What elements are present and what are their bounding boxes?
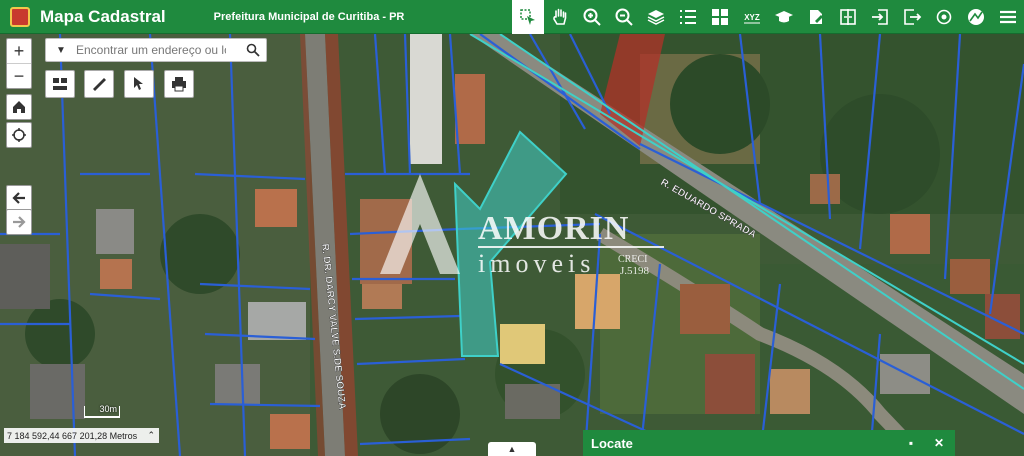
zoom-out-icon bbox=[615, 8, 633, 26]
list-icon bbox=[680, 10, 696, 24]
map-canvas[interactable]: R. DR. DARCY VALVE S.DE SOUZA R. EDUARDO… bbox=[0, 34, 1024, 456]
compare-tool[interactable] bbox=[832, 0, 864, 34]
organization-name: Prefeitura Municipal de Curitiba - PR bbox=[213, 10, 405, 23]
zoom-out-tool[interactable] bbox=[608, 0, 640, 34]
print-widget-button[interactable] bbox=[164, 70, 194, 98]
legend-tool[interactable] bbox=[672, 0, 704, 34]
sign-in-icon bbox=[872, 9, 888, 25]
login-tool[interactable] bbox=[864, 0, 896, 34]
aerial-imagery: R. DR. DARCY VALVE S.DE SOUZA R. EDUARDO… bbox=[0, 34, 1024, 456]
previous-extent-button[interactable] bbox=[6, 185, 32, 211]
watermark-brand: AMORIN bbox=[478, 210, 629, 247]
coordinate-text: 7 184 592,44 667 201,28 Metros bbox=[7, 430, 138, 441]
ruler-icon bbox=[93, 78, 106, 91]
coordinates-tool[interactable]: XYZ bbox=[736, 0, 768, 34]
draw-tool-icon bbox=[134, 77, 143, 90]
city-logo-icon bbox=[10, 6, 30, 27]
search-icon[interactable] bbox=[246, 43, 260, 57]
draw-widget-button[interactable] bbox=[124, 70, 154, 98]
xyz-icon: XYZ bbox=[744, 13, 760, 24]
layers-tool[interactable] bbox=[640, 0, 672, 34]
gps-tool[interactable] bbox=[928, 0, 960, 34]
arrow-left-icon bbox=[12, 192, 25, 204]
toolbar: XYZ bbox=[512, 0, 1024, 34]
education-tool[interactable] bbox=[768, 0, 800, 34]
basemap-tool[interactable] bbox=[704, 0, 736, 34]
search-box: ▼ bbox=[45, 38, 267, 62]
search-source-dropdown[interactable]: ▼ bbox=[46, 45, 76, 56]
coordinate-readout: 7 184 592,44 667 201,28 Metros ⌃ bbox=[4, 428, 159, 443]
measure-widget-button[interactable] bbox=[84, 70, 114, 98]
layout-widget-button[interactable] bbox=[45, 70, 75, 98]
graduation-cap-icon bbox=[775, 11, 793, 23]
svg-text:XYZ: XYZ bbox=[744, 13, 760, 22]
sign-out-icon bbox=[904, 9, 922, 25]
basemap-gallery-tool[interactable] bbox=[960, 0, 992, 34]
menu-tool[interactable] bbox=[992, 0, 1024, 34]
arrow-right-icon bbox=[13, 216, 26, 228]
target-icon bbox=[936, 9, 952, 25]
compare-icon bbox=[840, 9, 856, 25]
edit-tool[interactable] bbox=[800, 0, 832, 34]
hand-icon bbox=[553, 8, 567, 25]
hamburger-menu-icon bbox=[1000, 10, 1016, 24]
attribute-table-toggle[interactable]: ▲ bbox=[488, 442, 536, 456]
search-input[interactable] bbox=[76, 43, 226, 57]
locate-panel-title: Locate bbox=[591, 435, 633, 451]
locate-me-button[interactable] bbox=[6, 122, 32, 148]
zoom-in-icon bbox=[583, 8, 601, 26]
pan-tool[interactable] bbox=[544, 0, 576, 34]
print-icon bbox=[172, 77, 186, 92]
layers-icon bbox=[647, 10, 665, 25]
home-button[interactable] bbox=[6, 94, 32, 120]
chevron-up-small-icon: ▲ bbox=[507, 444, 517, 454]
locate-panel: Locate ▪ ✕ bbox=[583, 430, 955, 456]
chevron-up-icon[interactable]: ⌃ bbox=[147, 430, 155, 441]
edit-icon bbox=[810, 10, 823, 24]
home-icon bbox=[13, 101, 25, 113]
zoom-control: + − bbox=[6, 38, 32, 89]
maximize-icon[interactable]: ▪ bbox=[903, 435, 919, 451]
logout-tool[interactable] bbox=[896, 0, 928, 34]
identify-tool[interactable] bbox=[512, 0, 544, 34]
app-title: Mapa Cadastral bbox=[40, 6, 166, 26]
map-icon bbox=[968, 9, 984, 25]
scale-label: 30m bbox=[99, 404, 117, 414]
scale-bar: 30m bbox=[84, 404, 120, 418]
watermark-creci: CRECI bbox=[618, 254, 647, 265]
grid-icon bbox=[712, 9, 728, 25]
layout-icon bbox=[53, 78, 67, 90]
close-icon[interactable]: ✕ bbox=[931, 435, 947, 451]
zoom-out-button[interactable]: − bbox=[7, 63, 31, 88]
crosshair-icon bbox=[12, 128, 26, 142]
next-extent-button[interactable] bbox=[6, 209, 32, 235]
identify-cursor-icon bbox=[520, 9, 535, 25]
zoom-in-tool[interactable] bbox=[576, 0, 608, 34]
top-bar: Mapa Cadastral Prefeitura Municipal de C… bbox=[0, 0, 1024, 34]
zoom-in-button[interactable]: + bbox=[7, 39, 31, 63]
watermark-creci-number: J.5198 bbox=[620, 265, 650, 277]
watermark-subtitle: imoveis bbox=[478, 249, 595, 278]
